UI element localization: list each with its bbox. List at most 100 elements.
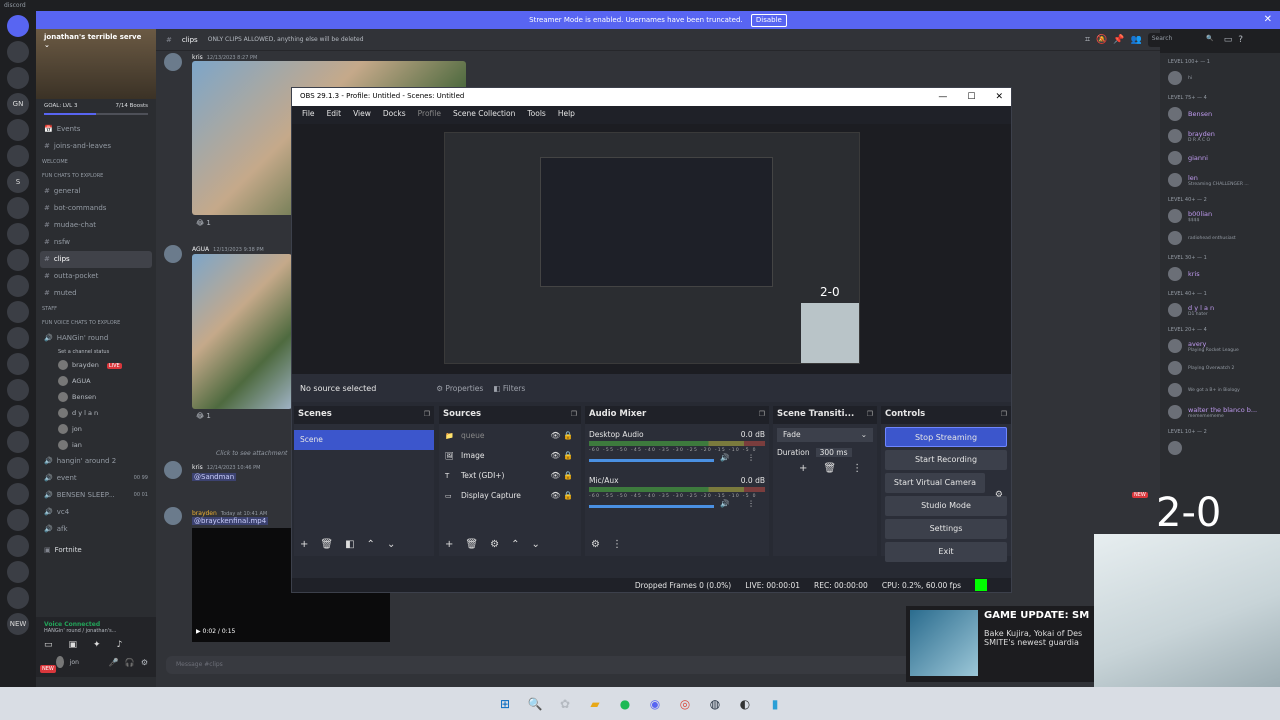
channel-category[interactable]: FUN CHATS TO EXPLORE (36, 169, 156, 183)
stop-streaming-button[interactable]: Stop Streaming (885, 427, 1007, 447)
app-icon[interactable]: ▮ (766, 695, 784, 713)
source-item[interactable]: 🖼 Image 👁 🔒 (439, 446, 581, 466)
mute-icon[interactable]: 🔕 (1096, 35, 1107, 45)
avatar[interactable] (56, 656, 64, 668)
server-icon[interactable] (7, 431, 29, 453)
member-item[interactable]: kris (1160, 263, 1280, 285)
voice-channel[interactable]: 🔊 hangin' around 2 (36, 453, 156, 470)
game-update-notification[interactable]: GAME UPDATE: SMITE Bake Kujira, Yokai of… (906, 606, 1094, 682)
author[interactable]: kris (192, 464, 203, 471)
up-icon[interactable]: ⌃ (367, 539, 375, 550)
mention[interactable]: @Sandman (192, 473, 237, 481)
voice-channel[interactable]: 🔊 event 00 99 (36, 470, 156, 487)
member-item[interactable]: brayden D R A C O (1160, 125, 1280, 147)
server-icon[interactable] (7, 41, 29, 63)
menu-docks[interactable]: Docks (383, 109, 406, 121)
channel-clips[interactable]: # clips (40, 251, 152, 268)
member-item[interactable]: b00lian $$$$ (1160, 205, 1280, 227)
start-virtual-camera-button[interactable]: Start Virtual Camera (885, 473, 985, 493)
member-item[interactable]: len Streaming CHALLENGER ... (1160, 169, 1280, 191)
threads-icon[interactable]: ⌗ (1085, 35, 1090, 45)
menu-profile[interactable]: Profile (418, 109, 441, 121)
member-item[interactable]: hi (1160, 67, 1280, 89)
headphone-icon[interactable]: 🎧 (125, 658, 135, 667)
add-icon[interactable]: + (445, 539, 453, 550)
channel-category[interactable]: STAFF (36, 302, 156, 316)
steam-icon[interactable]: ◍ (706, 695, 724, 713)
server-icon[interactable] (7, 535, 29, 557)
disable-button[interactable]: Disable (750, 14, 787, 27)
new-messages-badge[interactable]: NEW (1132, 492, 1148, 498)
undock-icon[interactable]: ❐ (1001, 410, 1007, 418)
trash-icon[interactable]: 🗑 (465, 539, 478, 550)
server-icon[interactable] (7, 483, 29, 505)
member-item[interactable]: walter the blanco b... mememememe (1160, 401, 1280, 423)
trash-icon[interactable]: 🗑 (320, 539, 333, 550)
down-icon[interactable]: ⌄ (387, 539, 395, 550)
server-icon[interactable] (7, 509, 29, 531)
menu-icon[interactable]: ⋮ (747, 499, 755, 508)
properties-button[interactable]: ⚙ Properties (436, 384, 483, 393)
visibility-lock-icons[interactable]: 👁 🔒 (550, 466, 573, 486)
inbox-icon[interactable]: ▭ (1224, 35, 1233, 45)
channel-nsfw[interactable]: # nsfw (36, 234, 156, 251)
channel-general[interactable]: # general (36, 183, 156, 200)
undock-icon[interactable]: ❐ (571, 410, 577, 418)
voice-user[interactable]: Bensen (36, 389, 156, 405)
menu-icon[interactable]: ⋮ (747, 453, 755, 462)
discord-icon[interactable]: ◉ (646, 695, 664, 713)
voice-user[interactable]: ian (36, 437, 156, 453)
server-icon[interactable] (7, 327, 29, 349)
server-icon[interactable]: S (7, 171, 29, 193)
menu-tools[interactable]: Tools (527, 109, 545, 121)
author[interactable]: brayden (192, 510, 217, 517)
channel-outta-pocket[interactable]: # outta-pocket (36, 268, 156, 285)
visibility-lock-icons[interactable]: 👁 🔒 (550, 446, 573, 466)
member-item[interactable]: radiohead enthusiast (1160, 227, 1280, 249)
voice-channel[interactable]: 🔊 afk (36, 521, 156, 538)
menu-file[interactable]: File (302, 109, 315, 121)
server-icon[interactable] (7, 249, 29, 271)
source-item[interactable]: 📁 queue 👁 🔒 (439, 426, 581, 446)
channel-category[interactable]: FUN VOICE CHATS TO EXPLORE (36, 316, 156, 330)
channel-fortnite[interactable]: ▣ Fortnite (36, 542, 156, 559)
chrome-icon[interactable]: ◎ (676, 695, 694, 713)
source-item[interactable]: T Text (GDI+) 👁 🔒 (439, 466, 581, 486)
exit-button[interactable]: Exit (885, 542, 1007, 562)
channel-events[interactable]: 📅 Events (36, 121, 156, 138)
server-icon[interactable] (7, 379, 29, 401)
maximize-icon[interactable]: ☐ (967, 92, 975, 102)
obs-preview[interactable]: 2-0 (292, 124, 1011, 374)
play-icon[interactable]: ▶ (196, 628, 201, 635)
screen-share-icon[interactable]: ▣ (69, 640, 78, 650)
visibility-lock-icons[interactable]: 👁 🔒 (550, 486, 573, 506)
members-icon[interactable]: 👥 (1131, 35, 1142, 45)
duration-input[interactable]: 300 ms (815, 448, 852, 457)
menu-icon[interactable]: ⋮ (612, 539, 622, 550)
server-icon[interactable] (7, 223, 29, 245)
menu-help[interactable]: Help (558, 109, 575, 121)
add-icon[interactable]: + (300, 539, 308, 550)
voice-user[interactable]: AGUA (36, 373, 156, 389)
gear-icon[interactable]: ⚙ (490, 539, 499, 550)
voice-user[interactable]: jon (36, 421, 156, 437)
voice-user[interactable]: d y l a n (36, 405, 156, 421)
server-icon[interactable] (7, 561, 29, 583)
server-icon[interactable] (7, 301, 29, 323)
server-icon[interactable] (7, 197, 29, 219)
activity-icon[interactable]: ✦ (93, 640, 101, 650)
soundboard-icon[interactable]: ♪ (117, 640, 123, 650)
member-item[interactable]: d y l a n D1 hater (1160, 299, 1280, 321)
add-icon[interactable]: + (799, 463, 807, 474)
settings-button[interactable]: Settings (885, 519, 1007, 539)
server-icon[interactable]: GN (7, 93, 29, 115)
member-item[interactable] (1160, 437, 1280, 459)
up-icon[interactable]: ⌃ (511, 539, 519, 550)
speaker-icon[interactable]: 🔊 (720, 453, 729, 462)
source-item[interactable]: ▭ Display Capture 👁 🔒 (439, 486, 581, 506)
undock-icon[interactable]: ❐ (424, 410, 430, 418)
copilot-icon[interactable]: ✿ (556, 695, 574, 713)
clip-thumbnail-2[interactable] (192, 254, 292, 409)
reaction[interactable]: 😂 1 (196, 412, 211, 420)
file-link[interactable]: @brayckenfinal.mp4 (192, 517, 269, 525)
